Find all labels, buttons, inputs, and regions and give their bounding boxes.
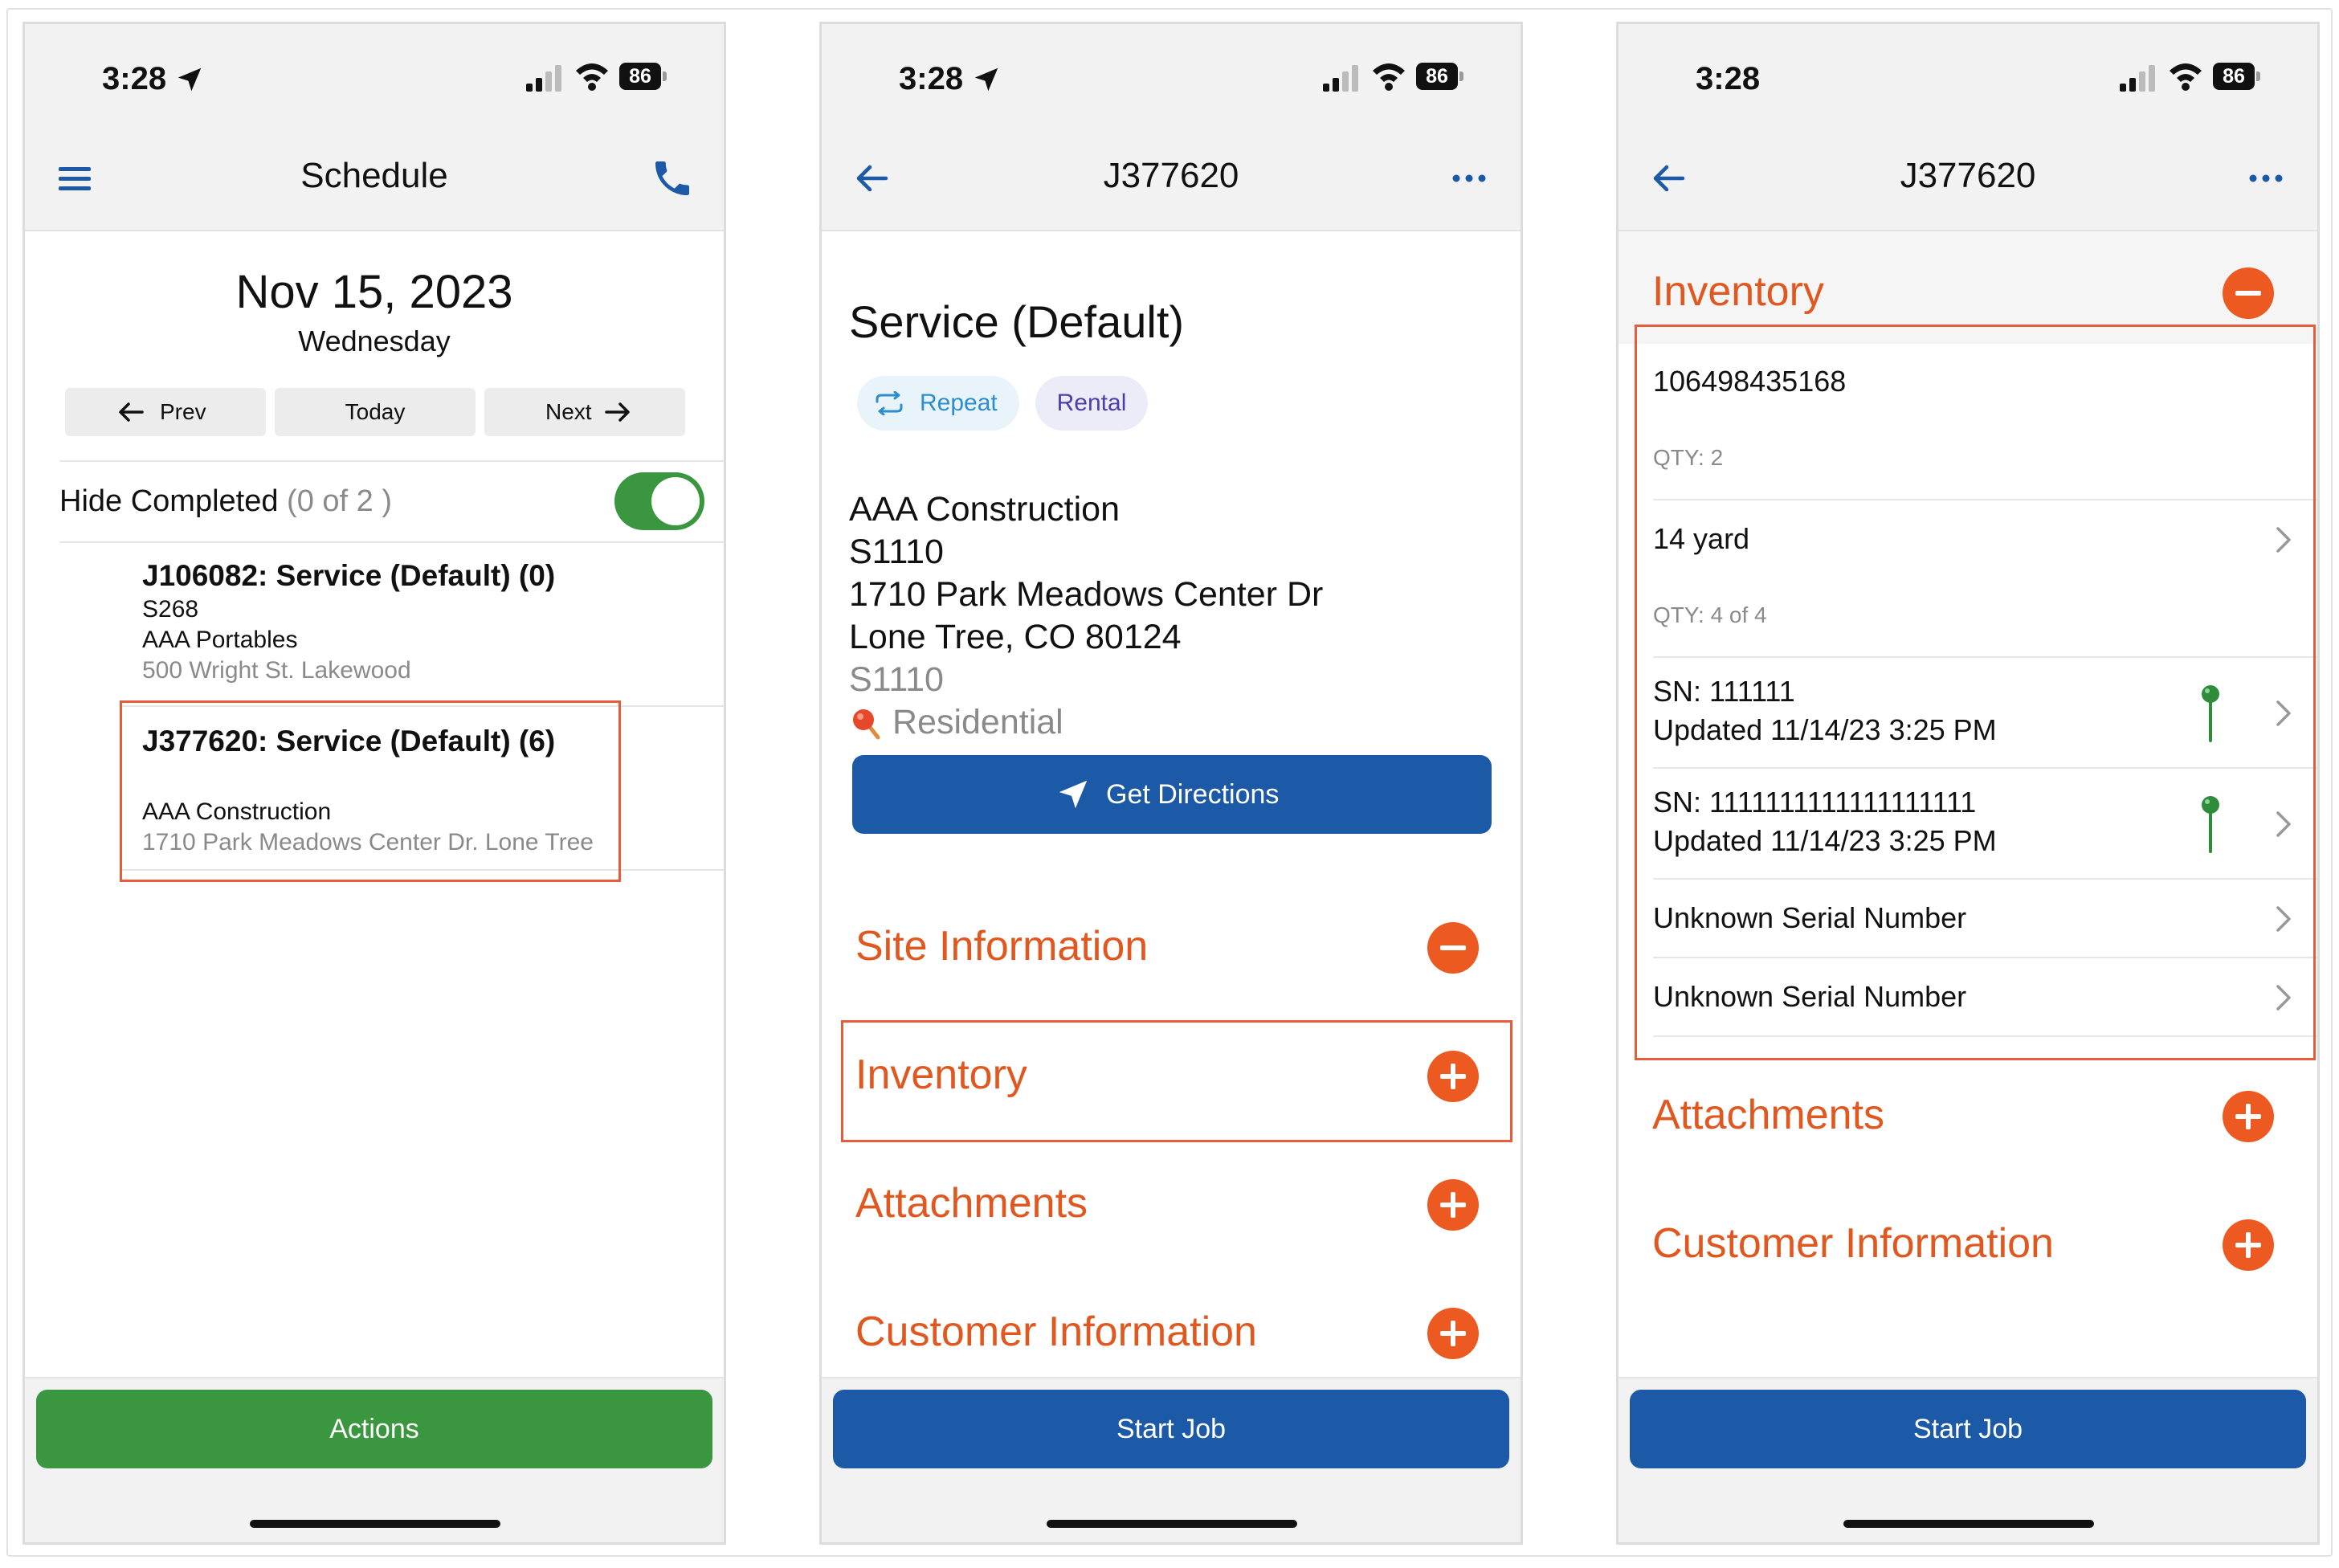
today-button[interactable]: Today xyxy=(275,388,476,436)
phone-schedule-screen: 3:28 86 Schedule Nov 15, 2023 Wednesday … xyxy=(22,22,726,1545)
repeat-icon xyxy=(876,391,903,415)
status-time: 3:28 xyxy=(102,61,167,96)
top-bar: 3:28 86 Schedule xyxy=(25,24,724,231)
page-title: Schedule xyxy=(300,156,448,195)
navigation-arrow-icon xyxy=(1059,780,1088,809)
expand-plus-icon[interactable] xyxy=(1427,1308,1479,1359)
cellular-signal-icon xyxy=(1323,65,1358,92)
expand-plus-icon[interactable] xyxy=(2223,1091,2274,1142)
section-attachments[interactable]: Attachments xyxy=(855,1179,1088,1227)
collapse-minus-icon[interactable] xyxy=(1427,922,1479,974)
map-pin-icon xyxy=(853,709,880,740)
section-site-information[interactable]: Site Information xyxy=(855,922,1148,970)
service-title: Service (Default) xyxy=(849,296,1185,347)
home-indicator xyxy=(250,1520,500,1528)
home-indicator xyxy=(1047,1520,1297,1528)
cellular-signal-icon xyxy=(526,65,561,92)
highlight-box xyxy=(1635,325,2316,1060)
rental-chip: Rental xyxy=(1035,376,1148,431)
arrow-left-icon xyxy=(119,402,144,422)
expand-plus-icon[interactable] xyxy=(1427,1179,1479,1231)
wifi-icon xyxy=(2170,63,2202,91)
phone-inventory-screen: 3:28 86 J377620 Inventory 106498435168 Q… xyxy=(1616,22,2320,1545)
divider xyxy=(59,460,724,462)
prev-day-button[interactable]: Prev xyxy=(65,388,266,436)
site-code: S1110 xyxy=(849,533,944,571)
location-arrow-icon xyxy=(974,67,998,92)
wifi-icon xyxy=(576,63,608,91)
highlight-box xyxy=(841,1020,1512,1142)
battery-indicator: 86 xyxy=(2213,63,2261,90)
section-customer-information[interactable]: Customer Information xyxy=(855,1308,1257,1356)
location-arrow-icon xyxy=(178,67,202,92)
site-code-secondary: S1110 xyxy=(849,660,944,699)
page-title: J377620 xyxy=(1103,156,1239,195)
schedule-weekday: Wednesday xyxy=(298,325,451,357)
customer-name: AAA Construction xyxy=(849,490,1121,529)
city-address: Lone Tree, CO 80124 xyxy=(849,618,1182,656)
next-day-button[interactable]: Next xyxy=(484,388,685,436)
phone-call-icon[interactable] xyxy=(650,156,695,201)
cellular-signal-icon xyxy=(2120,65,2155,92)
actions-button[interactable]: Actions xyxy=(36,1390,712,1468)
page-title: J377620 xyxy=(1900,156,2036,195)
hide-completed-label: Hide Completed (0 of 2 ) xyxy=(59,484,392,518)
top-bar: 3:28 86 J377620 xyxy=(1619,24,2317,231)
start-job-button[interactable]: Start Job xyxy=(833,1390,1509,1468)
more-options-icon[interactable] xyxy=(1447,156,1492,201)
get-directions-button[interactable]: Get Directions xyxy=(852,755,1492,834)
collapse-minus-icon[interactable] xyxy=(2223,267,2274,319)
start-job-button[interactable]: Start Job xyxy=(1630,1390,2306,1468)
status-time: 3:28 xyxy=(1696,61,1761,96)
street-address: 1710 Park Meadows Center Dr xyxy=(849,575,1324,614)
arrow-right-icon xyxy=(605,402,630,422)
section-inventory[interactable]: Inventory xyxy=(1652,267,1824,316)
site-type: Residential xyxy=(892,703,1063,741)
section-attachments[interactable]: Attachments xyxy=(1652,1091,1884,1139)
expand-plus-icon[interactable] xyxy=(2223,1219,2274,1271)
schedule-date: Nov 15, 2023 xyxy=(235,266,513,318)
phone-job-detail-screen: 3:28 86 J377620 Service (Default) Repeat… xyxy=(819,22,1523,1545)
section-customer-information[interactable]: Customer Information xyxy=(1652,1219,2054,1268)
home-indicator xyxy=(1843,1520,2094,1528)
battery-indicator: 86 xyxy=(1416,63,1464,90)
highlight-box xyxy=(120,700,621,882)
top-bar: 3:28 86 J377620 xyxy=(822,24,1521,231)
battery-indicator: 86 xyxy=(619,63,667,90)
repeat-chip: Repeat xyxy=(857,376,1019,431)
divider xyxy=(59,541,724,543)
more-options-icon[interactable] xyxy=(2243,156,2288,201)
hide-completed-toggle[interactable] xyxy=(614,472,704,530)
status-time: 3:28 xyxy=(899,61,964,96)
wifi-icon xyxy=(1373,63,1405,91)
